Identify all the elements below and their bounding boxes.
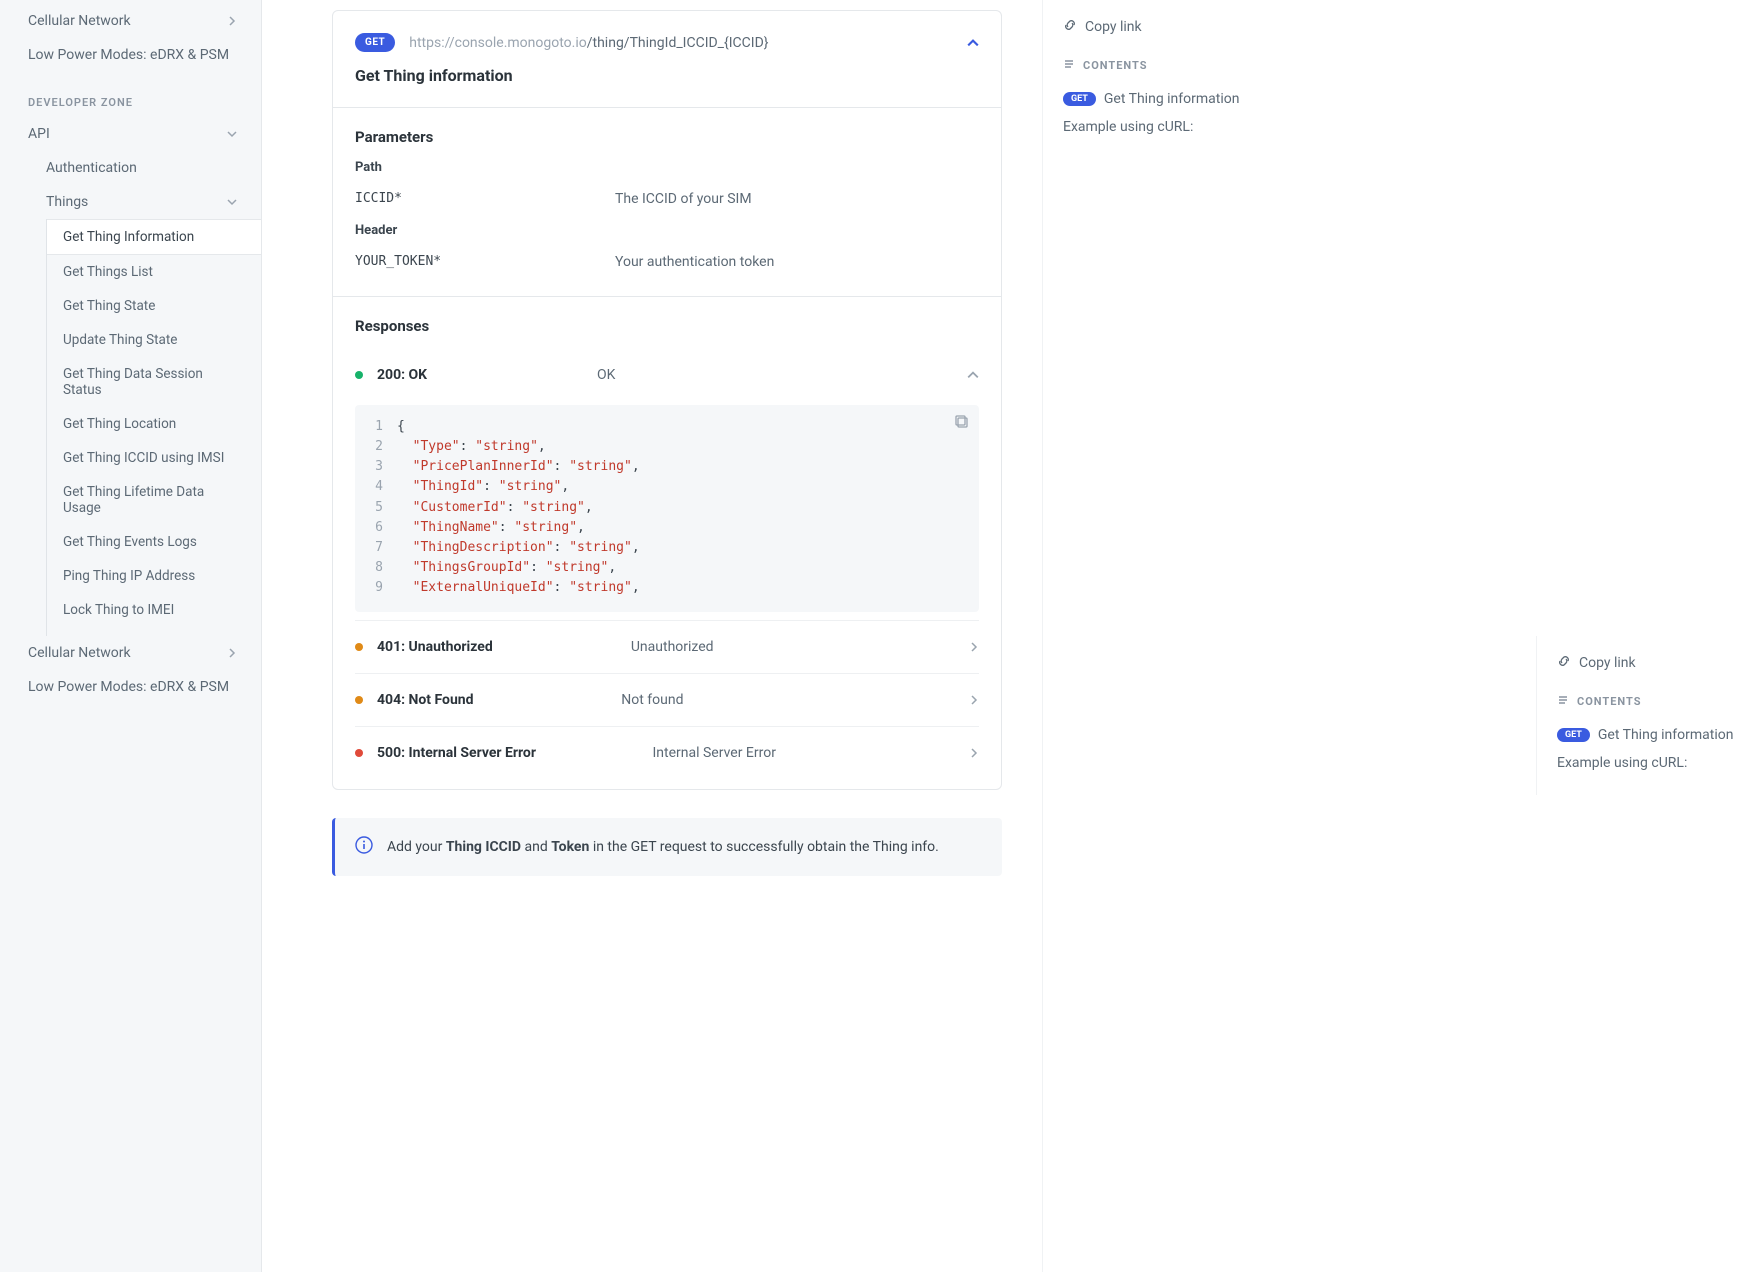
sidebar-item-get-location[interactable]: Get Thing Location — [47, 407, 261, 441]
sidebar-subtree: Get Thing Information Get Things List Ge… — [46, 219, 261, 661]
response-code: 404: Not Found — [377, 692, 474, 708]
contents-header: CONTENTS — [1557, 694, 1736, 721]
parameters-header: Parameters — [355, 128, 979, 146]
chevron-right-icon — [227, 16, 237, 26]
toc-item-curl[interactable]: Example using cURL: — [1063, 113, 1242, 141]
sidebar-item-label: Authentication — [46, 160, 137, 176]
response-desc: Not found — [621, 692, 821, 708]
api-card: GET https://console.monogoto.io/thing/Th… — [332, 10, 1002, 790]
toc-item-get-thing[interactable]: GET Get Thing information — [1557, 721, 1736, 749]
response-code: 200: OK — [377, 367, 427, 383]
code-line: 4 "ThingId": "string", — [369, 477, 965, 497]
sidebar-item-get-thing-state[interactable]: Get Thing State — [47, 289, 261, 323]
sidebar-item-get-lifetime-data[interactable]: Get Thing Lifetime Data Usage — [47, 475, 261, 525]
chevron-right-icon — [969, 748, 979, 758]
main-content: GET https://console.monogoto.io/thing/Th… — [262, 0, 1042, 1272]
sidebar-item-cellular[interactable]: Cellular Network — [0, 636, 261, 670]
param-row-iccid: ICCID* The ICCID of your SIM — [355, 191, 979, 207]
sidebar-item-get-thing-info[interactable]: Get Thing Information — [47, 219, 261, 255]
response-row-401[interactable]: 401: Unauthorized Unauthorized — [355, 620, 979, 673]
code-line: 7 "ThingDescription": "string", — [369, 538, 965, 558]
code-line: 8 "ThingsGroupId": "string", — [369, 558, 965, 578]
contents-header: CONTENTS — [1063, 58, 1242, 85]
response-row-404[interactable]: 404: Not Found Not found — [355, 673, 979, 726]
api-title: Get Thing information — [355, 66, 979, 85]
sidebar-item-get-things-list[interactable]: Get Things List — [47, 255, 261, 289]
header-label: Header — [355, 223, 979, 238]
param-row-token: YOUR_TOKEN* Your authentication token — [355, 254, 979, 270]
sidebar-item-cellular[interactable]: Cellular Network — [0, 4, 261, 38]
response-code-block: 1{2 "Type": "string",3 "PricePlanInnerId… — [355, 405, 979, 612]
param-name: ICCID* — [355, 191, 615, 207]
chevron-up-icon[interactable] — [967, 37, 979, 49]
method-badge: GET — [355, 33, 395, 52]
chevron-down-icon — [227, 197, 237, 207]
chevron-up-icon — [967, 369, 979, 381]
sidebar-item-lowpower[interactable]: Low Power Modes: eDRX & PSM — [0, 38, 261, 72]
sidebar-item-label: Cellular Network — [28, 13, 131, 29]
code-line: 2 "Type": "string", — [369, 437, 965, 457]
toc-item-curl[interactable]: Example using cURL: — [1557, 749, 1736, 777]
sidebar-item-auth[interactable]: Authentication — [0, 151, 261, 185]
chevron-right-icon — [969, 642, 979, 652]
sidebar-item-ping-ip[interactable]: Ping Thing IP Address — [47, 559, 261, 593]
response-desc: OK — [597, 367, 797, 383]
sidebar-item-things[interactable]: Things — [0, 185, 261, 219]
sidebar-ghost: Cellular Network Low Power Modes: eDRX &… — [0, 636, 262, 704]
code-line: 3 "PricePlanInnerId": "string", — [369, 457, 965, 477]
chevron-right-icon — [227, 648, 237, 658]
status-dot-icon — [355, 696, 363, 704]
right-panel-ghost: Copy link CONTENTS GET Get Thing informa… — [1536, 636, 1756, 795]
api-url: https://console.monogoto.io/thing/ThingI… — [409, 35, 768, 51]
sidebar-item-get-events-logs[interactable]: Get Thing Events Logs — [47, 525, 261, 559]
sidebar-item-update-thing-state[interactable]: Update Thing State — [47, 323, 261, 357]
response-desc: Internal Server Error — [652, 745, 852, 761]
toc-item-get-thing[interactable]: GET Get Thing information — [1063, 85, 1242, 113]
method-badge-small: GET — [1063, 92, 1096, 106]
info-callout: Add your Thing ICCID and Token in the GE… — [332, 818, 1002, 876]
copy-icon[interactable] — [955, 415, 969, 436]
response-code: 500: Internal Server Error — [377, 745, 536, 761]
code-line: 5 "CustomerId": "string", — [369, 498, 965, 518]
link-icon — [1063, 18, 1077, 36]
sidebar-item-label: Low Power Modes: eDRX & PSM — [28, 47, 229, 63]
sidebar-item-get-session-status[interactable]: Get Thing Data Session Status — [47, 357, 261, 407]
copy-link-button[interactable]: Copy link — [1557, 654, 1736, 694]
sidebar-item-lowpower[interactable]: Low Power Modes: eDRX & PSM — [0, 670, 261, 704]
responses-section: Responses 200: OK OK 1{2 "Type": — [333, 296, 1001, 789]
param-name: YOUR_TOKEN* — [355, 254, 615, 270]
parameters-section: Parameters Path ICCID* The ICCID of your… — [333, 107, 1001, 296]
status-dot-icon — [355, 749, 363, 757]
sidebar-section-devzone: DEVELOPER ZONE — [0, 72, 261, 117]
code-line: 6 "ThingName": "string", — [369, 518, 965, 538]
response-code: 401: Unauthorized — [377, 639, 493, 655]
status-dot-icon — [355, 371, 363, 379]
response-row-500[interactable]: 500: Internal Server Error Internal Serv… — [355, 726, 979, 779]
responses-header: Responses — [355, 317, 979, 335]
sidebar-item-lock-imei[interactable]: Lock Thing to IMEI — [47, 593, 261, 627]
link-icon — [1557, 654, 1571, 672]
code-line: 1{ — [369, 417, 965, 437]
copy-link-button[interactable]: Copy link — [1063, 18, 1242, 58]
response-row-200[interactable]: 200: OK OK — [355, 349, 979, 401]
response-desc: Unauthorized — [631, 639, 831, 655]
list-icon — [1063, 58, 1075, 73]
path-label: Path — [355, 160, 979, 175]
chevron-down-icon — [227, 129, 237, 139]
param-desc: The ICCID of your SIM — [615, 191, 752, 207]
chevron-right-icon — [969, 695, 979, 705]
sidebar-item-label: API — [28, 126, 50, 142]
sidebar-item-label: Things — [46, 194, 88, 210]
status-dot-icon — [355, 643, 363, 651]
list-icon — [1557, 694, 1569, 709]
info-icon — [355, 836, 373, 858]
code-line: 9 "ExternalUniqueId": "string", — [369, 578, 965, 598]
right-panel: Copy link CONTENTS GET Get Thing informa… — [1042, 0, 1262, 1272]
sidebar-item-api[interactable]: API — [0, 117, 261, 151]
sidebar-item-get-iccid-imsi[interactable]: Get Thing ICCID using IMSI — [47, 441, 261, 475]
callout-text: Add your Thing ICCID and Token in the GE… — [387, 839, 939, 855]
param-desc: Your authentication token — [615, 254, 774, 270]
